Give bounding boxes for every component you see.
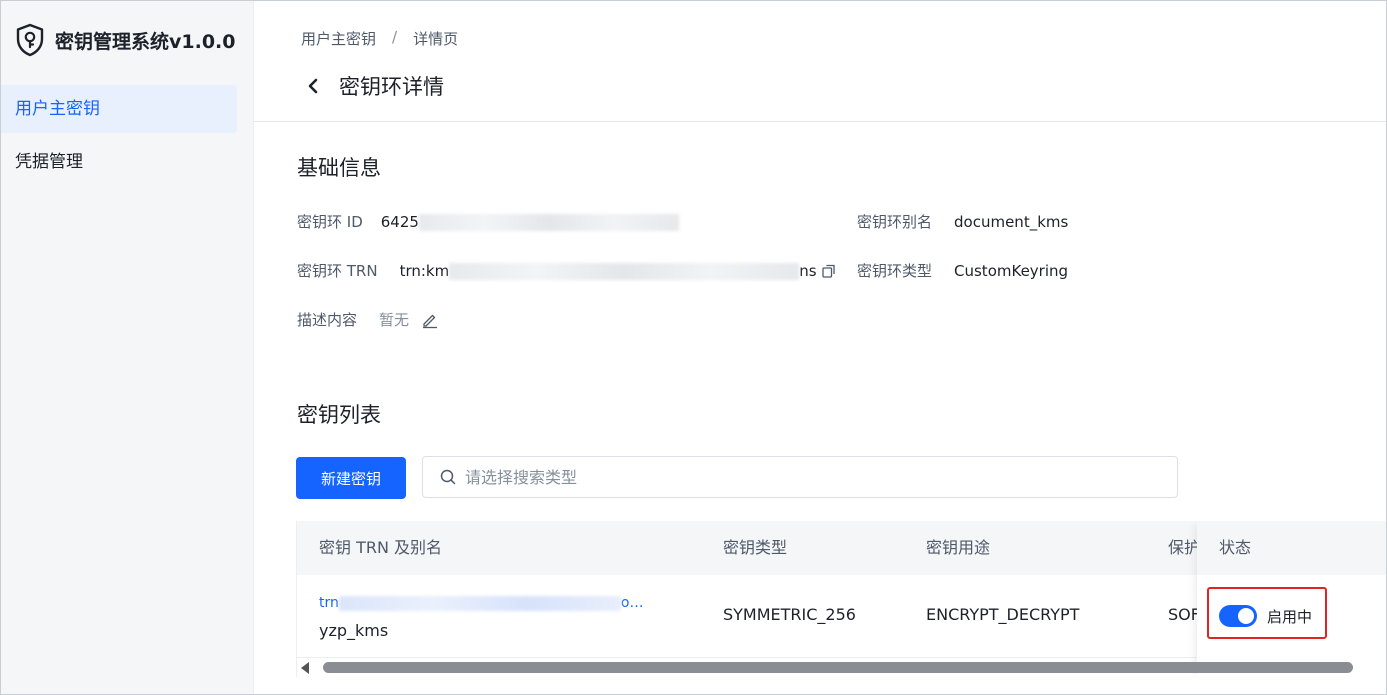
page-header: 用户主密钥 / 详情页 密钥环详情 xyxy=(253,1,1386,122)
copy-icon[interactable] xyxy=(821,263,837,279)
edit-icon[interactable] xyxy=(421,311,439,329)
app-window: 密钥管理系统v1.0.0 用户主密钥 凭据管理 用户主密钥 / 详情页 密钥环详… xyxy=(0,0,1387,695)
main-content: 基础信息 密钥环 ID 6425 密钥环别名 document_kms 密钥环 … xyxy=(253,122,1386,694)
key-usage-cell: ENCRYPT_DECRYPT xyxy=(926,605,1080,624)
highlight-box xyxy=(1207,587,1327,639)
keyring-alias-field: 密钥环别名 document_kms xyxy=(857,211,1068,232)
column-header-status: 状态 xyxy=(1197,521,1386,575)
search-box[interactable] xyxy=(422,456,1178,498)
title-row: 密钥环详情 xyxy=(301,71,444,101)
search-input[interactable] xyxy=(463,466,1147,488)
sidebar-item-master-keys[interactable]: 用户主密钥 xyxy=(1,85,237,133)
keyring-id-value: 6425 xyxy=(381,213,679,231)
keyring-id-prefix: 6425 xyxy=(380,212,419,231)
keyring-alias-label: 密钥环别名 xyxy=(857,213,933,231)
key-alias: yzp_kms xyxy=(319,621,389,640)
key-trn-link[interactable]: trn o… xyxy=(319,595,643,611)
keyring-id-field: 密钥环 ID 6425 xyxy=(297,211,679,232)
sidebar-item-credentials[interactable]: 凭据管理 xyxy=(1,138,237,186)
app-title: 密钥管理系统v1.0.0 xyxy=(55,30,236,53)
keyring-trn-suffix: ns xyxy=(799,261,817,280)
keyring-trn-prefix: trn:km xyxy=(399,261,450,280)
keyring-trn-field: 密钥环 TRN trn:km ns xyxy=(297,260,837,281)
key-trn-suffix: o… xyxy=(620,595,644,611)
key-type-cell: SYMMETRIC_256 xyxy=(723,605,856,624)
redacted-block xyxy=(338,595,621,611)
basic-info-title: 基础信息 xyxy=(297,156,381,180)
column-header-trn: 密钥 TRN 及别名 xyxy=(319,538,443,557)
description-value: 暂无 xyxy=(379,311,410,329)
brand: 密钥管理系统v1.0.0 xyxy=(15,23,235,57)
keyring-trn-label: 密钥环 TRN xyxy=(297,262,378,280)
column-header-protection: 保护 xyxy=(1168,538,1201,557)
back-button[interactable] xyxy=(301,72,325,100)
column-header-key-type: 密钥类型 xyxy=(723,538,788,557)
new-key-button[interactable]: 新建密钥 xyxy=(296,457,406,499)
chevron-left-icon xyxy=(308,78,318,94)
keyring-type-value: CustomKeyring xyxy=(954,261,1069,280)
keyring-id-label: 密钥环 ID xyxy=(297,213,363,231)
keyring-trn-value: trn:km ns xyxy=(400,262,817,280)
scroll-thumb[interactable] xyxy=(323,662,1353,673)
scroll-left-icon[interactable] xyxy=(301,662,309,674)
page-title: 密钥环详情 xyxy=(339,75,444,99)
key-list-title: 密钥列表 xyxy=(297,403,381,427)
keyring-type-field: 密钥环类型 CustomKeyring xyxy=(857,260,1068,281)
breadcrumb-separator: / xyxy=(392,28,398,46)
shield-key-icon xyxy=(15,23,45,57)
keyring-alias-value: document_kms xyxy=(954,212,1069,231)
key-trn-prefix: trn xyxy=(319,595,339,611)
description-label: 描述内容 xyxy=(297,311,358,329)
status-column: 状态 启用中 xyxy=(1197,521,1386,677)
breadcrumb-master-keys[interactable]: 用户主密钥 xyxy=(301,28,376,49)
key-table: 密钥 TRN 及别名 密钥类型 密钥用途 保护 trn o… yzp_kms SY… xyxy=(296,521,1386,677)
key-protection-cell: SOF xyxy=(1168,605,1200,624)
keyring-type-label: 密钥环类型 xyxy=(857,262,933,280)
search-icon xyxy=(439,468,457,486)
breadcrumb: 用户主密钥 / 详情页 xyxy=(301,28,458,49)
column-header-usage: 密钥用途 xyxy=(926,538,991,557)
breadcrumb-detail: 详情页 xyxy=(413,30,459,48)
horizontal-scrollbar[interactable] xyxy=(297,659,1386,675)
description-field: 描述内容 暂无 xyxy=(297,309,439,330)
sidebar: 密钥管理系统v1.0.0 用户主密钥 凭据管理 xyxy=(1,1,254,694)
redacted-block xyxy=(449,262,800,280)
redacted-block xyxy=(418,213,679,231)
